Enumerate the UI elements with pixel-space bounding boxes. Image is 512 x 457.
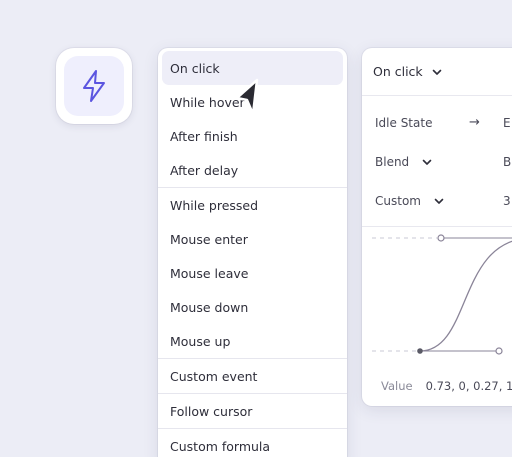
menu-item[interactable]: Mouse down	[162, 290, 343, 324]
from-state-label: Idle State	[375, 115, 433, 130]
menu-item[interactable]: Mouse enter	[162, 222, 343, 256]
bezier-value-row: Value 0.73, 0, 0.27, 1	[362, 372, 512, 400]
trigger-icon-inner	[64, 56, 124, 116]
blend-value: B	[503, 154, 512, 169]
bezier-value[interactable]: 0.73, 0, 0.27, 1	[426, 379, 512, 393]
menu-item[interactable]: Custom formula	[162, 429, 343, 457]
mouse-cursor-icon	[235, 78, 259, 116]
menu-item[interactable]: Mouse up	[162, 324, 343, 358]
easing-select[interactable]: Custom 3	[362, 181, 512, 220]
animation-settings-panel: On click Idle State → E Blend B Custom 3	[362, 48, 512, 406]
menu-item[interactable]: Custom event	[162, 359, 343, 393]
curve-handle-bottom[interactable]	[495, 347, 503, 355]
trigger-select-value: On click	[373, 64, 423, 79]
menu-item[interactable]: After delay	[162, 153, 343, 187]
menu-item[interactable]: After finish	[162, 119, 343, 153]
menu-item[interactable]: Mouse leave	[162, 256, 343, 290]
value-label: Value	[381, 379, 413, 393]
trigger-select[interactable]: On click	[362, 48, 512, 96]
blend-label: Blend	[375, 155, 432, 169]
easing-label: Custom	[375, 194, 444, 208]
easing-value: 3	[503, 193, 511, 208]
chevron-down-icon	[422, 155, 432, 169]
to-state-value: E	[503, 115, 511, 130]
blend-label-text: Blend	[375, 154, 410, 169]
easing-label-text: Custom	[375, 193, 421, 208]
blend-select[interactable]: Blend B	[362, 142, 512, 181]
arrow-right-icon: →	[469, 115, 480, 130]
menu-item[interactable]: While pressed	[162, 188, 343, 222]
curve-handle-top[interactable]	[437, 234, 445, 242]
state-transition-row[interactable]: Idle State → E	[362, 103, 512, 142]
chevron-down-icon	[434, 194, 444, 208]
chevron-down-icon	[432, 64, 442, 79]
lightning-bolt-icon	[83, 70, 105, 102]
curve-start-point[interactable]	[417, 348, 423, 354]
trigger-icon-tile[interactable]	[56, 48, 132, 124]
menu-item[interactable]: Follow cursor	[162, 394, 343, 428]
easing-curve-editor[interactable]	[362, 226, 512, 362]
